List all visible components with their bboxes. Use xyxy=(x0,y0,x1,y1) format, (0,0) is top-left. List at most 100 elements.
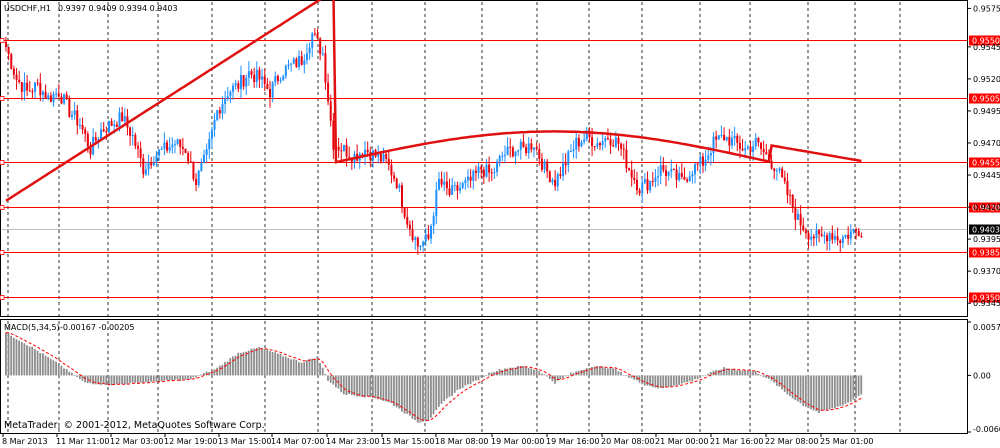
macd-y-tick-label: -0.00607 xyxy=(973,425,1000,434)
histogram-bar xyxy=(28,346,31,376)
candle-body xyxy=(791,195,794,208)
candle-body xyxy=(329,101,332,121)
histogram-bar xyxy=(105,375,108,386)
candle-body xyxy=(733,135,736,139)
candle-body xyxy=(221,104,224,114)
candle-body xyxy=(488,164,491,173)
histogram-bar xyxy=(18,340,20,376)
candle-body xyxy=(725,136,728,141)
histogram-bar xyxy=(456,375,459,391)
macd-y-tick-label: 0.00573 xyxy=(973,323,1000,332)
x-tick-label: 11 Mar 11:00 xyxy=(56,437,109,446)
histogram-bar xyxy=(197,375,200,377)
histogram-bar xyxy=(218,365,221,376)
candle-body xyxy=(760,142,763,149)
histogram-bar xyxy=(762,375,765,378)
histogram-bar xyxy=(683,375,686,383)
price-panel[interactable] xyxy=(0,0,968,317)
candle-body xyxy=(810,236,813,240)
candle-body xyxy=(493,171,496,173)
histogram-bar xyxy=(189,375,192,380)
histogram-bar xyxy=(815,375,818,412)
histogram-bar xyxy=(833,375,836,409)
histogram-bar xyxy=(467,375,469,385)
histogram-bar xyxy=(641,375,644,385)
histogram-bar xyxy=(451,375,453,396)
histogram-bar xyxy=(503,368,506,376)
candle-body xyxy=(451,185,454,195)
histogram-bar xyxy=(329,375,332,383)
candle-body xyxy=(181,146,184,149)
histogram-bar xyxy=(585,368,588,376)
histogram-bar xyxy=(144,375,147,383)
candle-body xyxy=(654,177,657,182)
histogram-bar xyxy=(395,375,398,408)
candle-body xyxy=(694,163,697,175)
candle-body xyxy=(612,145,615,147)
candle-body xyxy=(599,143,601,146)
level-tag-label: 0.9455 xyxy=(972,159,1000,168)
candle-body xyxy=(342,144,345,151)
histogram-bar xyxy=(176,375,179,380)
candle-body xyxy=(778,168,781,171)
candle-body xyxy=(237,83,240,89)
y-tick-label: 0.9470 xyxy=(973,139,1000,148)
histogram-bar xyxy=(620,371,622,376)
candle-body xyxy=(102,129,105,132)
histogram-bar xyxy=(440,375,443,404)
histogram-bar xyxy=(461,375,464,389)
candle-body xyxy=(63,94,66,104)
histogram-bar xyxy=(554,375,556,384)
candle-body xyxy=(638,190,641,194)
candle-body xyxy=(298,56,301,68)
histogram-bar xyxy=(89,375,92,384)
candle-body xyxy=(41,91,44,96)
histogram-bar xyxy=(628,375,630,378)
histogram-bar xyxy=(23,343,26,376)
candle-body xyxy=(150,162,153,166)
copyright-text: MetaTrader, © 2001-2012, MetaQuotes Soft… xyxy=(4,420,265,431)
trading-chart[interactable]: 0.95500.95050.94550.94200.93850.93500.94… xyxy=(0,0,1000,448)
histogram-bar xyxy=(522,366,525,376)
candle-body xyxy=(831,233,834,240)
candle-body xyxy=(752,146,755,152)
histogram-bar xyxy=(836,375,839,407)
x-tick-label: 15 Mar 15:00 xyxy=(381,437,434,446)
level-handle xyxy=(0,160,5,165)
histogram-bar xyxy=(81,375,84,381)
candle-body xyxy=(635,179,638,191)
candle-body xyxy=(522,141,525,147)
histogram-bar xyxy=(847,375,849,403)
histogram-bar xyxy=(276,353,279,376)
histogram-bar xyxy=(408,375,411,416)
candle-body xyxy=(290,63,293,65)
histogram-bar xyxy=(245,351,248,376)
candle-body xyxy=(234,83,237,86)
y-tick-label: 0.9520 xyxy=(973,75,1000,84)
histogram-bar xyxy=(7,333,10,376)
candle-body xyxy=(105,131,108,133)
candle-body xyxy=(606,138,609,140)
histogram-bar xyxy=(686,375,688,383)
histogram-bar xyxy=(427,375,430,421)
histogram-bar xyxy=(126,375,129,385)
candle-body xyxy=(633,177,636,180)
histogram-bar xyxy=(20,342,23,376)
candle-body xyxy=(781,168,784,178)
candle-body xyxy=(485,164,488,177)
candle-body xyxy=(408,224,411,230)
candle-body xyxy=(100,129,103,140)
candle-body xyxy=(20,82,23,92)
histogram-bar xyxy=(39,353,42,376)
histogram-bar xyxy=(374,375,377,399)
candle-body xyxy=(823,235,826,237)
histogram-bar xyxy=(760,375,762,377)
histogram-bar xyxy=(696,375,699,380)
candle-body xyxy=(311,33,314,48)
histogram-bar xyxy=(731,369,733,376)
histogram-bar xyxy=(184,375,187,380)
candle-body xyxy=(266,83,269,89)
candle-body xyxy=(847,234,850,239)
candle-body xyxy=(208,139,211,150)
candle-body xyxy=(144,169,147,175)
